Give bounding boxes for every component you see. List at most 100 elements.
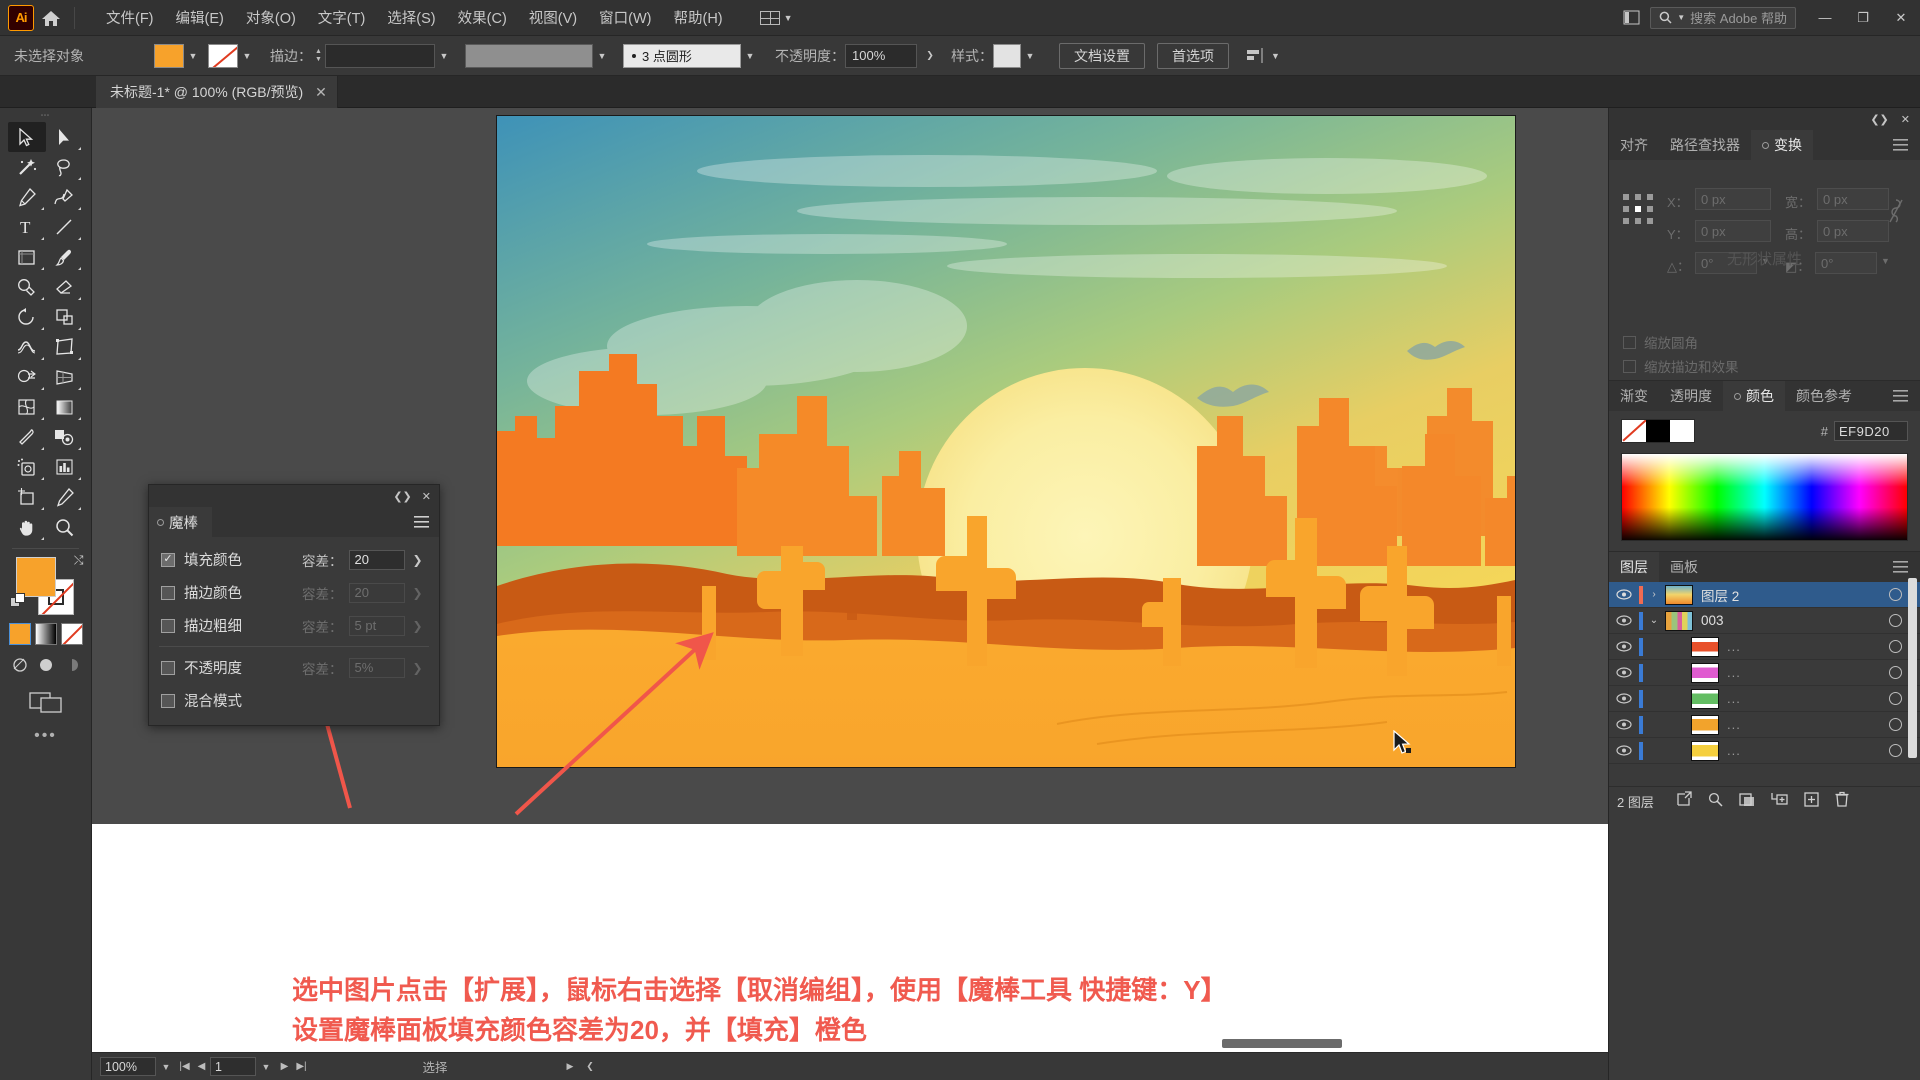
- opacity-field[interactable]: 100%: [845, 43, 917, 68]
- shaper-tool[interactable]: [8, 272, 46, 302]
- blend-mode-checkbox[interactable]: [161, 693, 175, 708]
- menu-effect[interactable]: 效果(C): [447, 3, 518, 32]
- gradient-tool[interactable]: [46, 392, 84, 422]
- target-indicator-icon[interactable]: [1889, 640, 1902, 653]
- toolbar-fill-swatch[interactable]: [15, 557, 56, 597]
- transform-dock-titlebar[interactable]: ❮❯ ✕: [1609, 108, 1920, 130]
- table-row[interactable]: ...: [1609, 712, 1920, 738]
- panel-menu-icon[interactable]: [1893, 560, 1908, 578]
- prev-artboard-icon[interactable]: ◀: [193, 1061, 210, 1072]
- scale-tool[interactable]: [46, 302, 84, 332]
- constrain-proportions-icon[interactable]: [1888, 198, 1904, 229]
- maximize-button[interactable]: ❐: [1844, 0, 1882, 36]
- visibility-eye-icon[interactable]: [1609, 589, 1639, 600]
- transform-y-field[interactable]: 0 px: [1695, 220, 1771, 242]
- slice-tool[interactable]: [46, 482, 84, 512]
- menu-help[interactable]: 帮助(H): [662, 3, 733, 32]
- lasso-tool[interactable]: [46, 152, 84, 182]
- brush-dropdown-icon[interactable]: ▼: [593, 44, 611, 68]
- panel-menu-icon[interactable]: [1893, 138, 1908, 156]
- tab-layers[interactable]: 图层: [1609, 552, 1659, 582]
- column-graph-tool[interactable]: [46, 452, 84, 482]
- brush-definition-preview[interactable]: [465, 43, 593, 68]
- table-row[interactable]: ...: [1609, 634, 1920, 660]
- line-segment-tool[interactable]: [46, 212, 84, 242]
- magic-wand-tool[interactable]: [8, 152, 46, 182]
- mesh-tool[interactable]: [8, 392, 46, 422]
- screen-mode-button[interactable]: [0, 689, 91, 713]
- tab-pathfinder[interactable]: 路径查找器: [1659, 130, 1751, 160]
- direct-selection-tool[interactable]: [46, 122, 84, 152]
- close-icon[interactable]: ✕: [1901, 113, 1910, 126]
- swatch-none-icon[interactable]: [1622, 420, 1646, 442]
- variable-width-profile-select[interactable]: 3 点圆形: [623, 43, 741, 68]
- visibility-eye-icon[interactable]: [1609, 745, 1639, 756]
- transform-h-field[interactable]: 0 px: [1817, 220, 1889, 242]
- close-icon[interactable]: ✕: [422, 490, 431, 503]
- menu-file[interactable]: 文件(F): [95, 3, 165, 32]
- tab-magic-wand[interactable]: 魔棒: [149, 507, 212, 537]
- panel-menu-icon[interactable]: [1893, 389, 1908, 407]
- zoom-level-field[interactable]: 100%: [100, 1057, 156, 1076]
- opacity-options-icon[interactable]: ❯: [917, 44, 943, 68]
- collapse-icon[interactable]: ❮❯: [1870, 113, 1888, 126]
- target-indicator-icon[interactable]: [1889, 744, 1902, 757]
- free-transform-tool[interactable]: [46, 332, 84, 362]
- panel-layout-icon[interactable]: [1618, 7, 1644, 29]
- swap-fill-stroke-icon[interactable]: ⤭: [74, 553, 84, 568]
- visibility-eye-icon[interactable]: [1609, 693, 1639, 704]
- chevron-right-icon[interactable]: ›: [1643, 589, 1665, 600]
- hex-value-input[interactable]: EF9D20: [1834, 421, 1908, 441]
- collapse-icon[interactable]: ❮❯: [393, 490, 411, 503]
- rectangle-tool[interactable]: [8, 242, 46, 272]
- perspective-grid-tool[interactable]: [46, 362, 84, 392]
- document-tab[interactable]: 未标题-1* @ 100% (RGB/预览) ✕: [96, 76, 338, 108]
- magic-wand-row-opacity[interactable]: 不透明度 容差： 5% ❯: [149, 651, 439, 684]
- stroke-weight-dropdown-icon[interactable]: ▼: [435, 44, 453, 68]
- tab-color[interactable]: 颜色: [1723, 381, 1785, 411]
- table-row[interactable]: ...: [1609, 738, 1920, 764]
- fill-color-checkbox[interactable]: [161, 552, 175, 567]
- draw-normal-icon[interactable]: [10, 655, 30, 675]
- table-row[interactable]: › 图层 2: [1609, 582, 1920, 608]
- magic-wand-row-stroke-weight[interactable]: 描边粗细 容差： 5 pt ❯: [149, 609, 439, 642]
- layer-name[interactable]: ...: [1727, 639, 1741, 654]
- tab-align[interactable]: 对齐: [1609, 130, 1659, 160]
- scale-strokes-checkbox[interactable]: [1623, 359, 1636, 373]
- symbol-sprayer-tool[interactable]: [8, 452, 46, 482]
- layers-scrollbar[interactable]: [1908, 578, 1917, 758]
- delete-layer-icon[interactable]: [1835, 791, 1849, 812]
- visibility-eye-icon[interactable]: [1609, 667, 1639, 678]
- stroke-color-swatch[interactable]: [208, 43, 238, 68]
- transform-w-field[interactable]: 0 px: [1817, 188, 1889, 210]
- minimize-button[interactable]: —: [1806, 0, 1844, 36]
- artboard-desert-sunset-illustration[interactable]: [497, 116, 1515, 767]
- swatch-black-icon[interactable]: [1646, 420, 1670, 442]
- blend-tool[interactable]: [46, 422, 84, 452]
- stroke-dropdown-icon[interactable]: ▼: [238, 44, 256, 68]
- scale-corners-checkbox-row[interactable]: 缩放圆角: [1623, 332, 1698, 352]
- table-row[interactable]: ...: [1609, 686, 1920, 712]
- locate-object-icon[interactable]: [1676, 791, 1692, 812]
- eyedropper-tool[interactable]: [8, 422, 46, 452]
- chevron-down-icon[interactable]: ⌄: [1643, 615, 1665, 626]
- default-fill-stroke-icon[interactable]: [9, 593, 26, 614]
- menu-edit[interactable]: 编辑(E): [165, 3, 235, 32]
- tab-transform[interactable]: 变换: [1751, 130, 1813, 160]
- first-artboard-icon[interactable]: |◀: [176, 1061, 193, 1072]
- zoom-tool[interactable]: [46, 512, 84, 542]
- layer-name[interactable]: ...: [1727, 691, 1741, 706]
- type-tool[interactable]: T: [8, 212, 46, 242]
- table-row[interactable]: ...: [1609, 660, 1920, 686]
- curvature-tool[interactable]: [46, 182, 84, 212]
- layer-name[interactable]: 003: [1701, 613, 1724, 628]
- style-dropdown-icon[interactable]: ▼: [1021, 44, 1039, 68]
- scale-strokes-checkbox-row[interactable]: 缩放描边和效果: [1623, 356, 1739, 376]
- panel-menu-icon[interactable]: [414, 515, 429, 533]
- fill-color-swatch[interactable]: [154, 43, 184, 68]
- artboard-tool[interactable]: [8, 482, 46, 512]
- eraser-tool[interactable]: [46, 272, 84, 302]
- rotate-tool[interactable]: [8, 302, 46, 332]
- pen-tool[interactable]: [8, 182, 46, 212]
- graphic-style-swatch[interactable]: [993, 43, 1021, 68]
